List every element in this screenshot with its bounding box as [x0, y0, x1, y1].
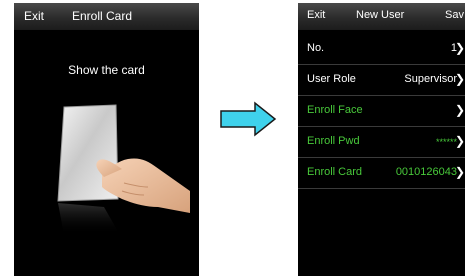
- row-value: ******: [435, 137, 457, 147]
- row-user-number[interactable]: No. 1 ❯: [298, 34, 465, 65]
- header-bar: Exit Enroll Card: [14, 3, 199, 30]
- enroll-card-screen: Exit Enroll Card Show the card: [14, 3, 199, 276]
- exit-button[interactable]: Exit: [307, 9, 325, 21]
- right-arrow-icon: [220, 101, 277, 137]
- row-label: Enroll Pwd: [307, 135, 360, 147]
- save-button[interactable]: Sav: [445, 9, 464, 21]
- row-label: Enroll Card: [307, 166, 363, 178]
- new-user-screen: Exit New User Sav No. 1 ❯ User Role Supe…: [298, 3, 465, 276]
- row-enroll-pwd[interactable]: Enroll Pwd ****** ❯: [298, 127, 465, 158]
- row-label: User Role: [307, 73, 356, 85]
- row-enroll-card[interactable]: Enroll Card 0010126043 ❯: [298, 158, 465, 189]
- screen-title: New User: [356, 9, 405, 21]
- row-value: 0010126043: [395, 166, 457, 178]
- row-value: Supervisor: [404, 73, 457, 85]
- chevron-right-icon: ❯: [454, 134, 465, 148]
- chevron-right-icon: ❯: [454, 72, 465, 86]
- row-user-role[interactable]: User Role Supervisor ❯: [298, 65, 465, 96]
- row-enroll-face[interactable]: Enroll Face ❯: [298, 96, 465, 127]
- hand-holding-card-icon: [57, 104, 190, 235]
- show-card-prompt: Show the card: [68, 63, 145, 77]
- screen-title: Enroll Card: [72, 9, 133, 23]
- chevron-right-icon: ❯: [454, 165, 465, 179]
- header-bar: Exit New User Sav: [298, 3, 465, 30]
- chevron-right-icon: ❯: [454, 103, 465, 117]
- exit-button[interactable]: Exit: [24, 9, 44, 23]
- chevron-right-icon: ❯: [454, 41, 465, 55]
- row-label: No.: [307, 42, 325, 54]
- row-label: Enroll Face: [307, 104, 363, 116]
